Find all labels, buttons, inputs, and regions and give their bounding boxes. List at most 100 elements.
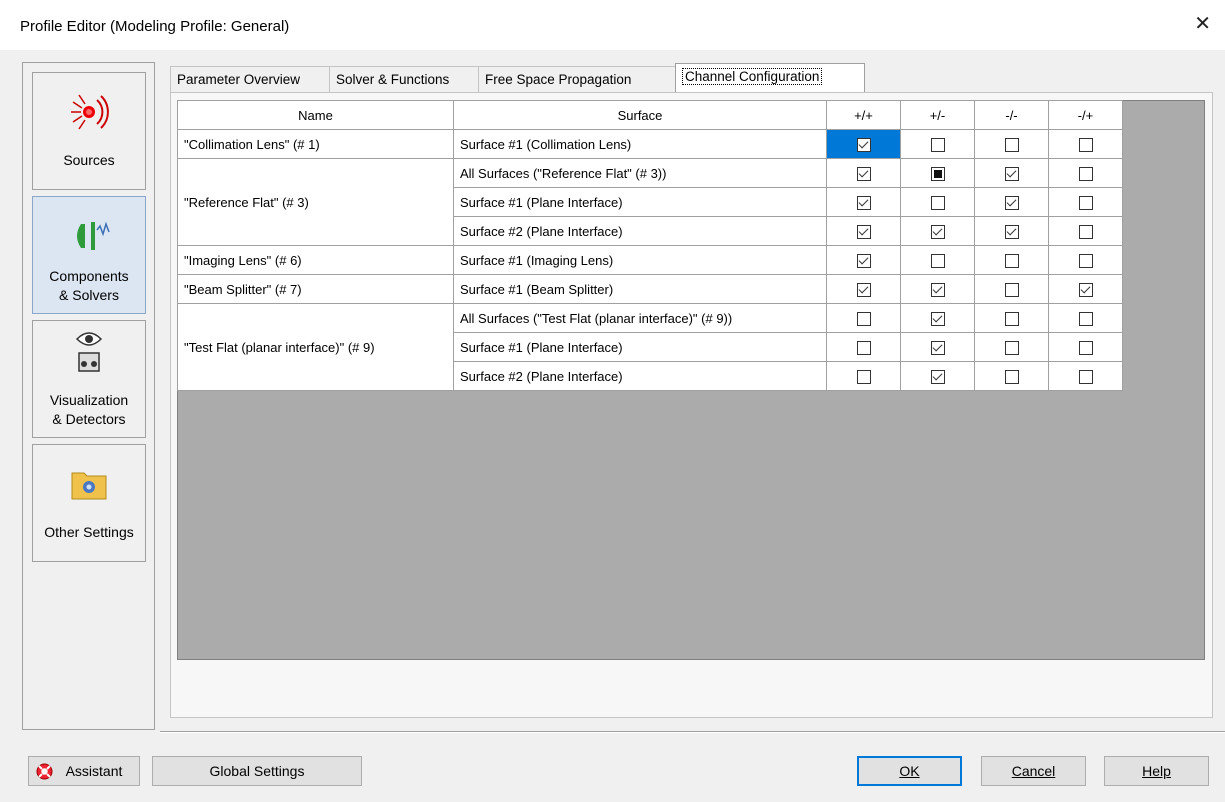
- column-header-name[interactable]: Name: [177, 100, 454, 130]
- channel-checkbox[interactable]: [856, 253, 871, 268]
- sidebar-item-components-solvers[interactable]: Components & Solvers: [32, 196, 146, 314]
- channel-cell[interactable]: [826, 361, 901, 391]
- cancel-button[interactable]: Cancel: [981, 756, 1086, 786]
- channel-cell[interactable]: [1048, 245, 1123, 275]
- channel-cell[interactable]: [900, 158, 975, 188]
- channel-cell[interactable]: [1048, 216, 1123, 246]
- tab-parameter-overview[interactable]: Parameter Overview: [170, 66, 330, 92]
- column-header-pm[interactable]: +/-: [900, 100, 975, 130]
- channel-checkbox[interactable]: [856, 166, 871, 181]
- column-header-surface[interactable]: Surface: [453, 100, 827, 130]
- name-cell[interactable]: "Test Flat (planar interface)" (# 9): [177, 303, 454, 391]
- channel-cell[interactable]: [1048, 361, 1123, 391]
- column-header-mm[interactable]: -/-: [974, 100, 1049, 130]
- channel-cell[interactable]: [1048, 129, 1123, 159]
- channel-cell[interactable]: [900, 303, 975, 333]
- channel-cell[interactable]: [974, 332, 1049, 362]
- assistant-button[interactable]: Assistant: [28, 756, 140, 786]
- channel-checkbox[interactable]: [856, 195, 871, 210]
- column-header-mp[interactable]: -/+: [1048, 100, 1123, 130]
- channel-cell[interactable]: [974, 129, 1049, 159]
- help-button[interactable]: Help: [1104, 756, 1209, 786]
- channel-cell[interactable]: [826, 129, 901, 159]
- channel-cell[interactable]: [1048, 158, 1123, 188]
- channel-cell[interactable]: [974, 158, 1049, 188]
- channel-cell[interactable]: [826, 245, 901, 275]
- channel-checkbox[interactable]: [930, 282, 945, 297]
- channel-checkbox[interactable]: [856, 311, 871, 326]
- tab-solver-functions[interactable]: Solver & Functions: [329, 66, 479, 92]
- channel-checkbox[interactable]: [930, 137, 945, 152]
- channel-cell[interactable]: [974, 303, 1049, 333]
- channel-checkbox[interactable]: [1004, 282, 1019, 297]
- channel-checkbox[interactable]: [1078, 282, 1093, 297]
- channel-checkbox[interactable]: [1004, 369, 1019, 384]
- channel-cell[interactable]: [1048, 332, 1123, 362]
- channel-cell[interactable]: [1048, 274, 1123, 304]
- channel-checkbox[interactable]: [1004, 195, 1019, 210]
- channel-cell[interactable]: [974, 361, 1049, 391]
- channel-cell[interactable]: [826, 274, 901, 304]
- surface-cell[interactable]: All Surfaces ("Test Flat (planar interfa…: [453, 303, 827, 333]
- channel-checkbox[interactable]: [1004, 340, 1019, 355]
- channel-checkbox[interactable]: [1078, 224, 1093, 239]
- channel-checkbox[interactable]: [1004, 166, 1019, 181]
- channel-checkbox[interactable]: [856, 369, 871, 384]
- channel-cell[interactable]: [900, 187, 975, 217]
- column-header-pp[interactable]: +/+: [826, 100, 901, 130]
- surface-cell[interactable]: Surface #1 (Plane Interface): [453, 187, 827, 217]
- channel-checkbox[interactable]: [930, 311, 945, 326]
- channel-cell[interactable]: [974, 216, 1049, 246]
- name-cell[interactable]: "Beam Splitter" (# 7): [177, 274, 454, 304]
- channel-checkbox[interactable]: [1004, 224, 1019, 239]
- channel-cell[interactable]: [900, 332, 975, 362]
- channel-checkbox[interactable]: [930, 166, 945, 181]
- channel-cell[interactable]: [826, 158, 901, 188]
- channel-checkbox[interactable]: [1004, 137, 1019, 152]
- surface-cell[interactable]: All Surfaces ("Reference Flat" (# 3)): [453, 158, 827, 188]
- channel-checkbox[interactable]: [1004, 311, 1019, 326]
- channel-checkbox[interactable]: [1078, 166, 1093, 181]
- channel-cell[interactable]: [826, 216, 901, 246]
- channel-cell[interactable]: [826, 332, 901, 362]
- surface-cell[interactable]: Surface #2 (Plane Interface): [453, 216, 827, 246]
- channel-cell[interactable]: [900, 274, 975, 304]
- channel-checkbox[interactable]: [1078, 311, 1093, 326]
- close-icon[interactable]: ✕: [1194, 14, 1211, 34]
- channel-checkbox[interactable]: [1004, 253, 1019, 268]
- channel-checkbox[interactable]: [856, 137, 871, 152]
- channel-cell[interactable]: [974, 187, 1049, 217]
- tab-channel-configuration[interactable]: Channel Configuration: [675, 63, 865, 92]
- channel-checkbox[interactable]: [930, 224, 945, 239]
- channel-checkbox[interactable]: [856, 340, 871, 355]
- channel-checkbox[interactable]: [1078, 340, 1093, 355]
- surface-cell[interactable]: Surface #1 (Collimation Lens): [453, 129, 827, 159]
- channel-cell[interactable]: [974, 245, 1049, 275]
- channel-checkbox[interactable]: [1078, 195, 1093, 210]
- channel-checkbox[interactable]: [930, 195, 945, 210]
- name-cell[interactable]: "Reference Flat" (# 3): [177, 158, 454, 246]
- channel-cell[interactable]: [900, 361, 975, 391]
- global-settings-button[interactable]: Global Settings: [152, 756, 362, 786]
- channel-checkbox[interactable]: [930, 340, 945, 355]
- channel-cell[interactable]: [900, 129, 975, 159]
- surface-cell[interactable]: Surface #1 (Beam Splitter): [453, 274, 827, 304]
- channel-cell[interactable]: [900, 216, 975, 246]
- sidebar-item-other-settings[interactable]: Other Settings: [32, 444, 146, 562]
- channel-cell[interactable]: [900, 245, 975, 275]
- name-cell[interactable]: "Collimation Lens" (# 1): [177, 129, 454, 159]
- channel-cell[interactable]: [1048, 303, 1123, 333]
- channel-checkbox[interactable]: [1078, 137, 1093, 152]
- sidebar-item-sources[interactable]: Sources: [32, 72, 146, 190]
- name-cell[interactable]: "Imaging Lens" (# 6): [177, 245, 454, 275]
- channel-cell[interactable]: [1048, 187, 1123, 217]
- surface-cell[interactable]: Surface #2 (Plane Interface): [453, 361, 827, 391]
- surface-cell[interactable]: Surface #1 (Plane Interface): [453, 332, 827, 362]
- channel-cell[interactable]: [826, 187, 901, 217]
- channel-cell[interactable]: [974, 274, 1049, 304]
- channel-checkbox[interactable]: [856, 282, 871, 297]
- channel-checkbox[interactable]: [856, 224, 871, 239]
- channel-cell[interactable]: [826, 303, 901, 333]
- channel-checkbox[interactable]: [1078, 253, 1093, 268]
- channel-checkbox[interactable]: [930, 369, 945, 384]
